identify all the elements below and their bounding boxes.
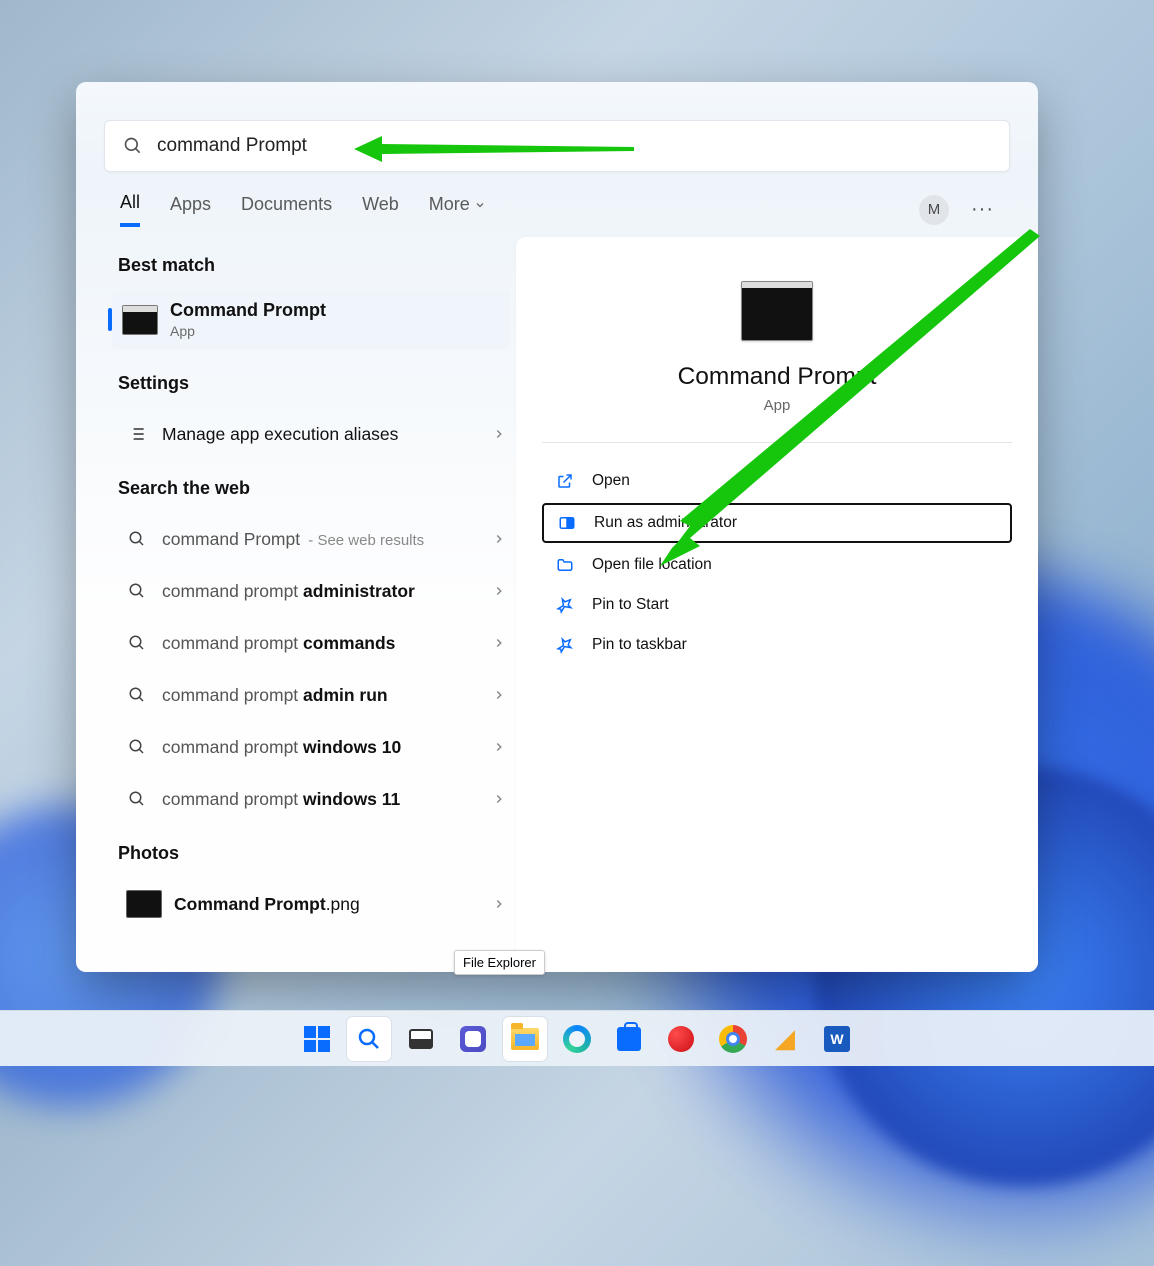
tab-more[interactable]: More: [429, 194, 486, 225]
shield-icon: [558, 514, 578, 532]
chevron-right-icon: [492, 897, 506, 911]
search-icon: [126, 738, 148, 756]
best-match-item[interactable]: Command Prompt App: [112, 290, 510, 349]
divider: [542, 442, 1012, 443]
section-best-match: Best match: [118, 255, 516, 276]
search-icon: [126, 634, 148, 652]
more-options[interactable]: ···: [971, 198, 994, 221]
folder-icon: [556, 556, 576, 574]
action-run-as-administrator[interactable]: Run as administrator: [542, 503, 1012, 543]
open-icon: [556, 472, 576, 490]
best-match-title: Command Prompt: [170, 300, 326, 321]
web-suggestion[interactable]: command prompt commands: [118, 617, 510, 669]
chevron-right-icon: [492, 427, 506, 441]
taskbar-store[interactable]: [607, 1017, 651, 1061]
web-suggestion[interactable]: command prompt windows 11: [118, 773, 510, 825]
section-web: Search the web: [118, 478, 516, 499]
search-icon: [126, 790, 148, 808]
search-icon: [123, 136, 143, 156]
taskbar-chat[interactable]: [451, 1017, 495, 1061]
taskbar-app[interactable]: ◢: [763, 1017, 807, 1061]
section-photos: Photos: [118, 843, 516, 864]
taskbar-word[interactable]: W: [815, 1017, 859, 1061]
web-suggestion[interactable]: command prompt administrator: [118, 565, 510, 617]
chevron-right-icon: [492, 740, 506, 754]
command-prompt-icon-large: [741, 281, 813, 341]
section-settings: Settings: [118, 373, 516, 394]
taskbar-opera[interactable]: [659, 1017, 703, 1061]
command-prompt-icon: [122, 305, 158, 335]
tab-apps[interactable]: Apps: [170, 194, 211, 225]
pin-icon: [556, 596, 576, 614]
search-icon: [126, 686, 148, 704]
settings-item-aliases[interactable]: Manage app execution aliases: [118, 408, 510, 460]
settings-list-icon: [126, 424, 148, 444]
start-search-panel: All Apps Documents Web More M ··· Best m…: [76, 82, 1038, 972]
image-file-icon: [126, 890, 162, 918]
taskbar-chrome[interactable]: [711, 1017, 755, 1061]
taskbar-file-explorer[interactable]: [503, 1017, 547, 1061]
tab-all[interactable]: All: [120, 192, 140, 227]
chevron-right-icon: [492, 636, 506, 650]
chevron-right-icon: [492, 792, 506, 806]
web-suggestion[interactable]: command prompt admin run: [118, 669, 510, 721]
pin-icon: [556, 636, 576, 654]
detail-pane: Command Prompt App Open Run as administr…: [516, 237, 1038, 972]
start-button[interactable]: [295, 1017, 339, 1061]
chevron-right-icon: [492, 584, 506, 598]
chevron-right-icon: [492, 532, 506, 546]
detail-title: Command Prompt: [542, 363, 1012, 391]
best-match-subtitle: App: [170, 323, 326, 339]
action-pin-to-start[interactable]: Pin to Start: [542, 585, 1012, 625]
user-avatar[interactable]: M: [919, 195, 949, 225]
chevron-down-icon: [474, 199, 486, 211]
action-pin-to-taskbar[interactable]: Pin to taskbar: [542, 625, 1012, 665]
search-icon: [126, 582, 148, 600]
taskbar-tooltip: File Explorer: [454, 950, 545, 975]
action-open-file-location[interactable]: Open file location: [542, 545, 1012, 585]
action-open[interactable]: Open: [542, 461, 1012, 501]
search-bar[interactable]: [104, 120, 1010, 172]
results-column: Best match Command Prompt App Settings M…: [76, 227, 516, 972]
tab-documents[interactable]: Documents: [241, 194, 332, 225]
search-input[interactable]: [157, 135, 991, 157]
search-icon: [126, 530, 148, 548]
chevron-right-icon: [492, 688, 506, 702]
web-suggestion[interactable]: command Prompt - See web results: [118, 513, 510, 565]
tab-web[interactable]: Web: [362, 194, 399, 225]
taskbar-task-view[interactable]: [399, 1017, 443, 1061]
taskbar-search[interactable]: [347, 1017, 391, 1061]
web-suggestion[interactable]: command prompt windows 10: [118, 721, 510, 773]
taskbar-edge[interactable]: [555, 1017, 599, 1061]
detail-subtitle: App: [542, 397, 1012, 414]
filter-tabs: All Apps Documents Web More M ···: [76, 172, 1038, 227]
taskbar: ◢ W: [0, 1010, 1154, 1066]
photo-item[interactable]: Command Prompt.png: [118, 878, 510, 930]
